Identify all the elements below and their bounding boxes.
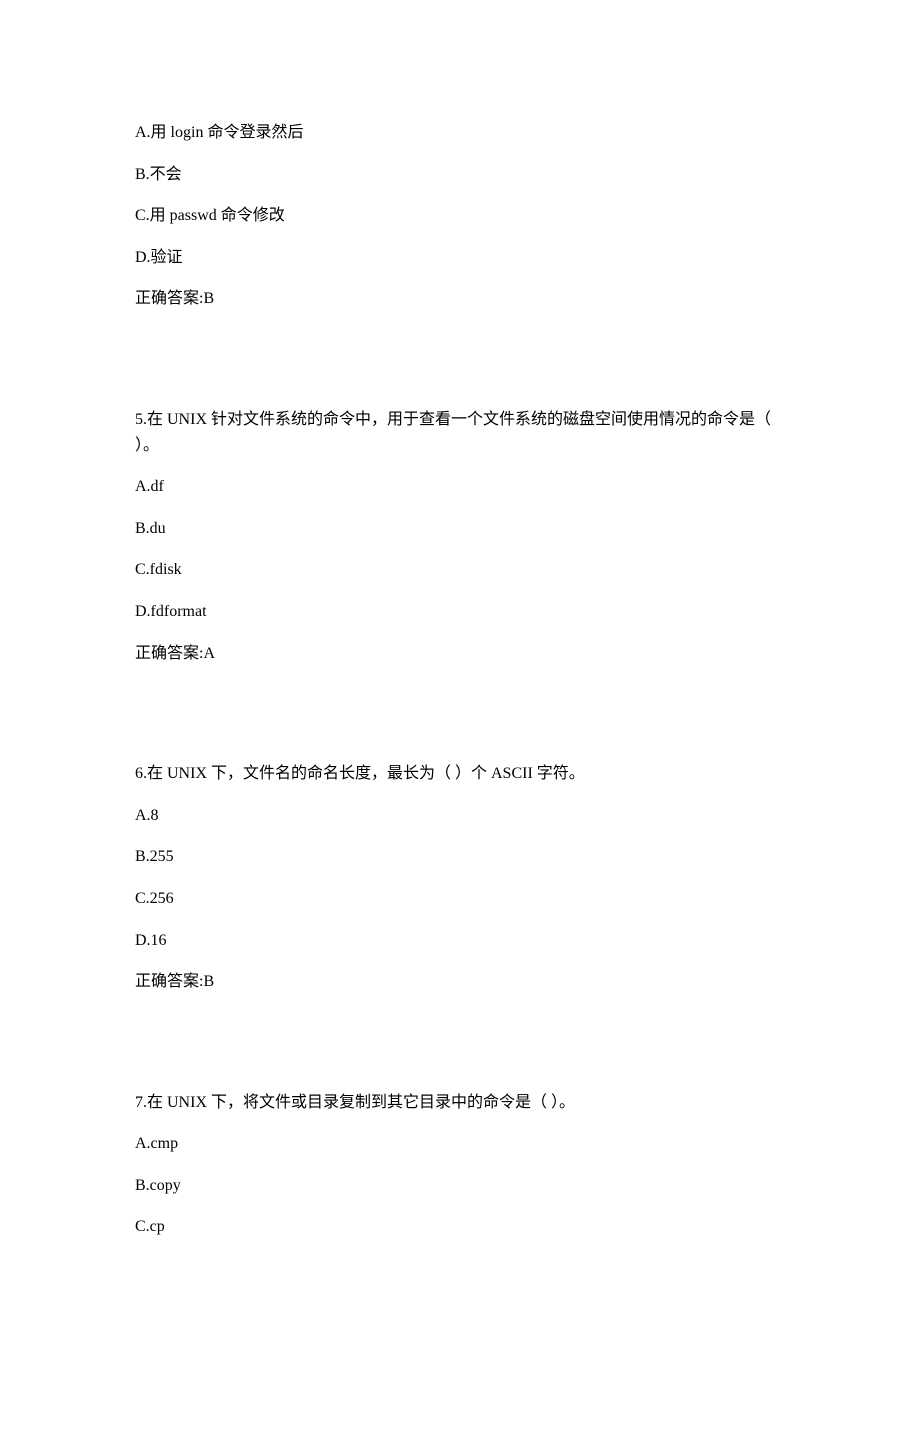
question-7-block: 7.在 UNIX 下，将文件或目录复制到其它目录中的命令是（ ）。 A.cmp … — [135, 1090, 785, 1240]
option-a: A.cmp — [135, 1131, 785, 1157]
option-a: A.8 — [135, 803, 785, 829]
correct-answer: 正确答案:B — [135, 286, 785, 312]
option-d: D.fdformat — [135, 599, 785, 625]
question-text: 5.在 UNIX 针对文件系统的命令中，用于查看一个文件系统的磁盘空间使用情况的… — [135, 407, 785, 458]
option-b: B.不会 — [135, 162, 785, 188]
option-b: B.du — [135, 516, 785, 542]
question-6-block: 6.在 UNIX 下，文件名的命名长度，最长为（ ）个 ASCII 字符。 A.… — [135, 761, 785, 995]
correct-answer: 正确答案:A — [135, 641, 785, 667]
correct-answer: 正确答案:B — [135, 969, 785, 995]
option-b: B.255 — [135, 844, 785, 870]
option-c: C.256 — [135, 886, 785, 912]
question-text: 7.在 UNIX 下，将文件或目录复制到其它目录中的命令是（ ）。 — [135, 1090, 785, 1116]
option-a: A.df — [135, 474, 785, 500]
question-5-block: 5.在 UNIX 针对文件系统的命令中，用于查看一个文件系统的磁盘空间使用情况的… — [135, 407, 785, 666]
option-c: C.用 passwd 命令修改 — [135, 203, 785, 229]
option-d: D.16 — [135, 928, 785, 954]
option-b: B.copy — [135, 1173, 785, 1199]
question-text: 6.在 UNIX 下，文件名的命名长度，最长为（ ）个 ASCII 字符。 — [135, 761, 785, 787]
option-d: D.验证 — [135, 245, 785, 271]
option-c: C.fdisk — [135, 557, 785, 583]
option-c: C.cp — [135, 1214, 785, 1240]
option-a: A.用 login 命令登录然后 — [135, 120, 785, 146]
partial-question-block: A.用 login 命令登录然后 B.不会 C.用 passwd 命令修改 D.… — [135, 120, 785, 312]
